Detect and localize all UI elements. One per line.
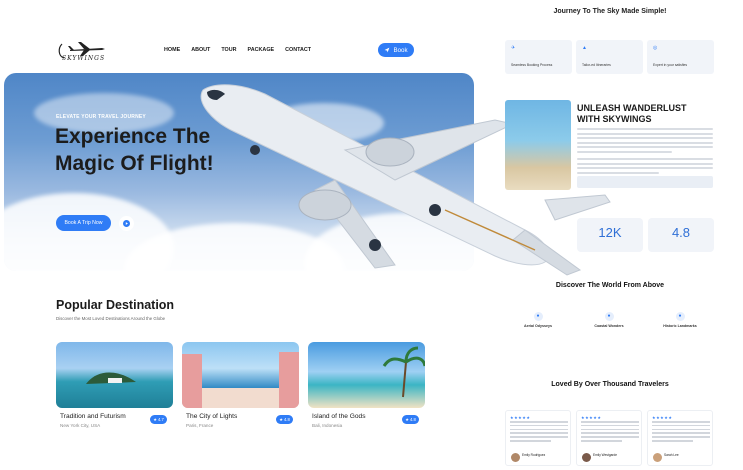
book-trip-button[interactable]: Book A Trip Now [56, 215, 111, 231]
coastal-icon: ● [604, 312, 614, 321]
rating-badge: ★ 4.8 [276, 415, 293, 424]
testimonial-name: Emily Westgarde [593, 453, 618, 457]
feature-label: Seamless Booking Process [511, 63, 553, 67]
stat-value: 4.8 [671, 225, 691, 240]
main-nav: HOME ABOUT TOUR PACKAGE CONTACT [164, 47, 311, 53]
destination-location: Bali, Indonesia [312, 423, 343, 428]
stat-card: 12K [577, 218, 643, 252]
popular-title: Popular Destination [56, 298, 175, 312]
testimonial-name: Emily Rodriguez [522, 453, 546, 457]
avatar [582, 453, 591, 462]
stars-icon: ★★★★★ [652, 415, 673, 420]
book-button-label: Book [393, 46, 408, 54]
testimonial-name: Sarah Lee [664, 453, 679, 457]
stars-icon: ★★★★★ [510, 415, 531, 420]
stat-value: 12K [598, 225, 622, 240]
aerial-icon: ● [533, 312, 543, 321]
book-button[interactable]: Book [378, 43, 414, 57]
play-icon [123, 220, 130, 227]
nav-about[interactable]: ABOUT [191, 47, 210, 53]
logo-text: SKYWINGS [62, 55, 106, 62]
discover-item-title: Coastal Wonders [594, 324, 624, 328]
stat-card: 4.8 [648, 218, 714, 252]
send-icon [385, 47, 390, 53]
discover-item-title: Aerial Odysseys [524, 324, 552, 328]
discover-item-title: Historic Landmarks [663, 324, 697, 328]
feature-label: Tailor-ed Itineraries [582, 63, 611, 67]
about-paragraph [577, 128, 713, 176]
destination-location: Paris, France [186, 423, 214, 428]
rating-badge: ★ 4.7 [150, 415, 167, 424]
itinerary-icon: ▲ [582, 45, 587, 51]
star-icon: ★ [279, 417, 283, 422]
booking-icon: ✈ [511, 45, 516, 51]
feature-card: ✈ Seamless Booking Process [505, 40, 572, 74]
star-icon: ★ [153, 417, 157, 422]
destination-image[interactable] [56, 342, 173, 408]
island-icon [86, 372, 136, 384]
hero-kicker: ELEVATE YOUR TRAVEL JOURNEY [56, 114, 146, 120]
star-icon: ★ [405, 417, 409, 422]
city-icon [182, 352, 299, 408]
nav-contact[interactable]: CONTACT [285, 47, 311, 53]
stars-icon: ★★★★★ [581, 415, 602, 420]
loved-title: Loved By Over Thousand Travelers [551, 381, 669, 388]
avatar [653, 453, 662, 462]
rating-badge: ★ 4.8 [402, 415, 419, 424]
testimonial-card: ★★★★★ Emily Rodriguez [505, 410, 571, 466]
destination-image[interactable] [308, 342, 425, 408]
expert-icon: ◎ [653, 45, 658, 51]
rating-value: 4.7 [157, 417, 164, 422]
feature-label: Expert in your satisfies [653, 63, 688, 67]
destination-location: New York City, USA [60, 423, 101, 428]
journey-title: Journey To The Sky Made Simple! [553, 8, 667, 15]
discover-item: ● Historic Landmarks [650, 312, 710, 328]
avatar [511, 453, 520, 462]
nav-home[interactable]: HOME [164, 47, 180, 53]
destination-name: Island of the Gods [312, 413, 366, 420]
discover-item: ● Aerial Odysseys [508, 312, 568, 328]
about-footer-band [577, 176, 713, 188]
testimonial-card: ★★★★★ Sarah Lee [647, 410, 713, 466]
feature-card: ◎ Expert in your satisfies [647, 40, 714, 74]
testimonial-card: ★★★★★ Emily Westgarde [576, 410, 642, 466]
nav-package[interactable]: PACKAGE [248, 47, 275, 53]
rating-value: 4.8 [409, 417, 416, 422]
rating-value: 4.8 [283, 417, 290, 422]
play-video-button[interactable] [119, 216, 134, 231]
discover-title: Discover The World From Above [555, 282, 665, 289]
palm-icon [382, 346, 425, 398]
destination-image[interactable] [182, 342, 299, 408]
about-heading: UNLEASH WANDERLUST WITH SKYWINGS [577, 103, 687, 124]
about-beach-image [505, 100, 571, 190]
destination-name: Tradition and Futurism [60, 413, 126, 420]
discover-item: ● Coastal Wonders [579, 312, 639, 328]
landmark-icon: ● [675, 312, 685, 321]
destination-name: The City of Lights [186, 413, 238, 420]
nav-tour[interactable]: TOUR [221, 47, 236, 53]
feature-card: ▲ Tailor-ed Itineraries [576, 40, 643, 74]
popular-subtitle: Discover the Most Loved Destinations Aro… [56, 316, 166, 321]
